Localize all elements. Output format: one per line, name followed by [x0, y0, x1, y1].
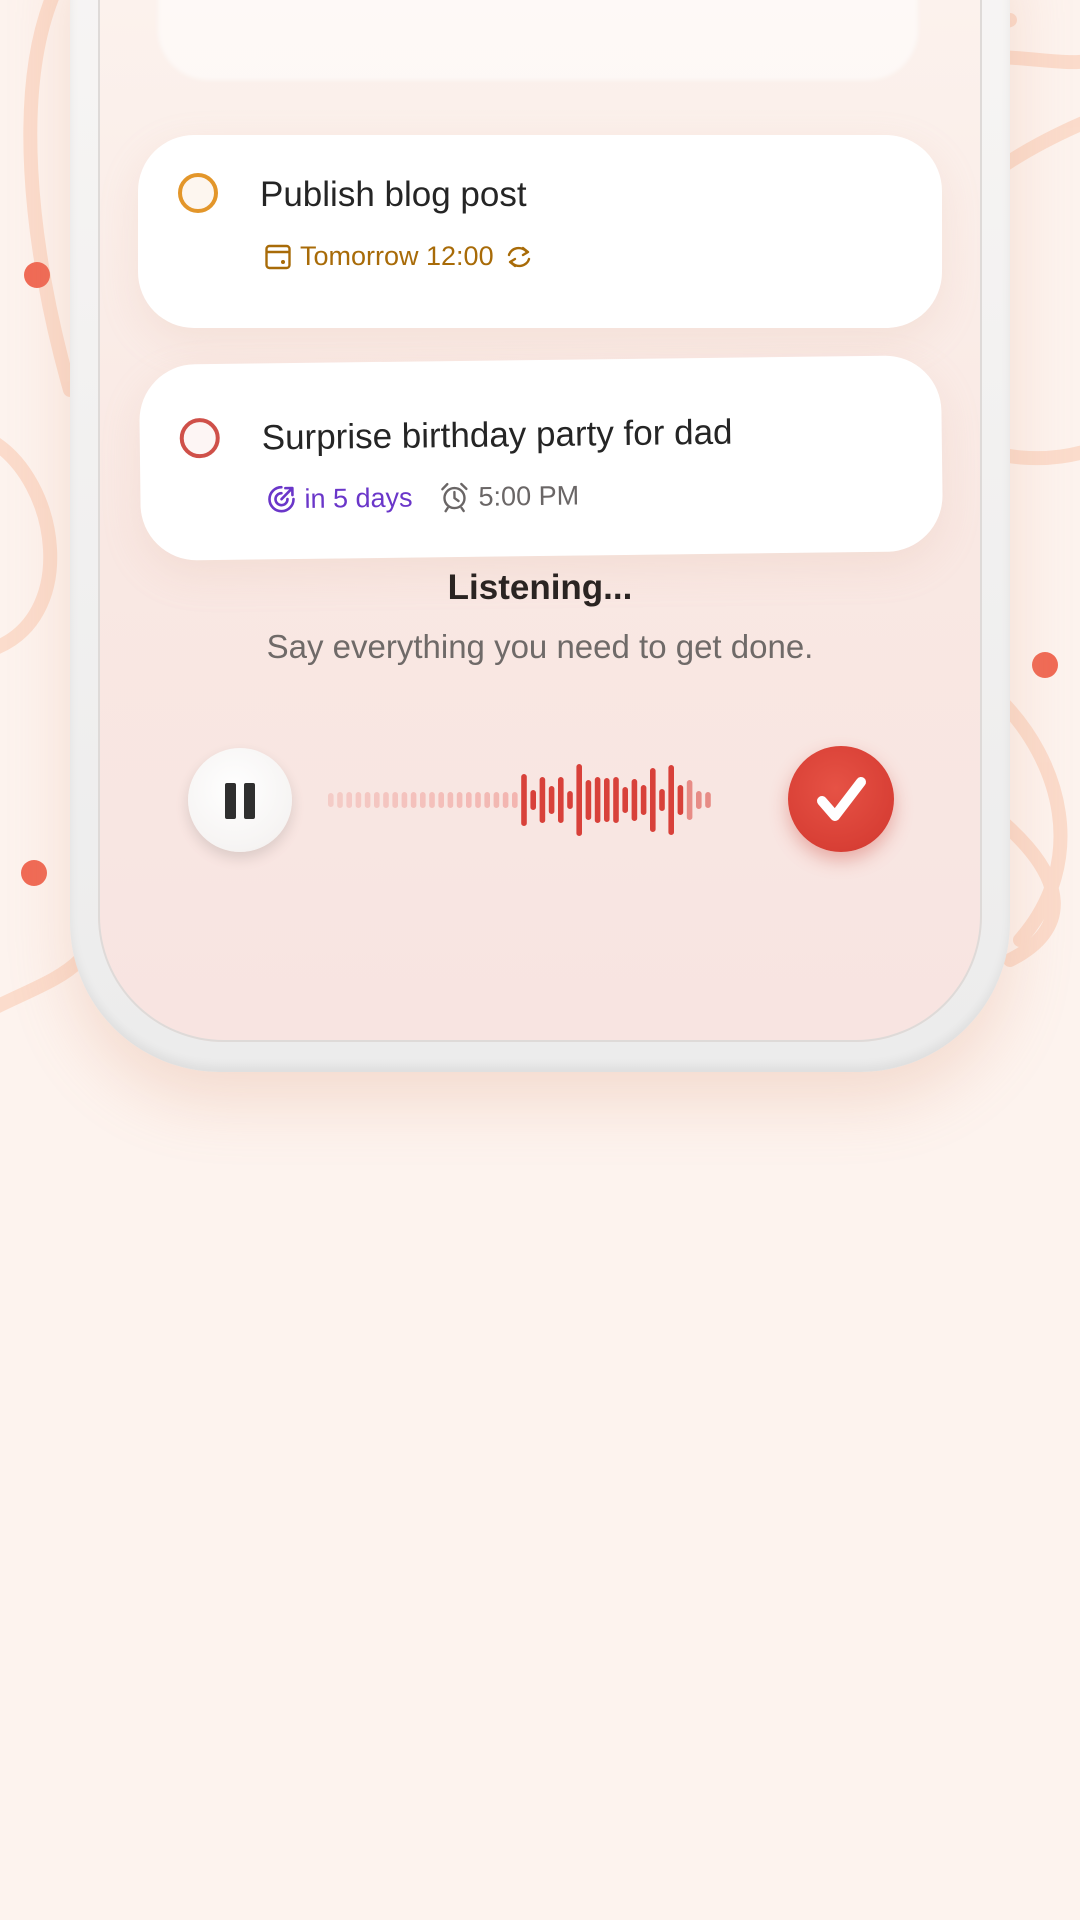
waveform-bar	[548, 786, 555, 814]
waveform-bar	[650, 768, 656, 832]
waveform-bar	[613, 777, 619, 823]
waveform-bar	[355, 792, 362, 808]
task-title: Publish blog post	[260, 175, 527, 214]
waveform-bar	[594, 777, 601, 823]
waveform-bar	[631, 779, 638, 821]
waveform-bar	[585, 780, 592, 820]
waveform-bar	[539, 777, 546, 823]
previous-task-card	[158, 0, 918, 80]
waveform-bar	[401, 792, 408, 808]
task-due-row: in 5 days 5:00 PM	[266, 480, 579, 516]
waveform-bar	[502, 792, 509, 808]
waveform-bar	[705, 792, 711, 808]
done-button[interactable]	[788, 746, 894, 852]
listening-prompt: Say everything you need to get done.	[266, 628, 814, 665]
task-checkbox[interactable]	[179, 417, 220, 459]
waveform-bar	[456, 792, 463, 808]
task-title: Surprise birthday party for dad	[261, 412, 733, 458]
waveform-bar	[466, 792, 472, 808]
waveform-bar	[429, 792, 435, 808]
task-checkbox[interactable]	[178, 173, 218, 213]
waveform-bar	[521, 774, 527, 826]
waveform-bar	[696, 791, 702, 809]
waveform-bar	[337, 792, 343, 808]
waveform-bar	[328, 793, 334, 807]
waveform-bar	[567, 791, 573, 809]
waveform-bar	[346, 792, 352, 808]
waveform-bar	[493, 792, 500, 808]
task-card[interactable]: Surprise birthday party for dad in 5 day…	[138, 355, 944, 561]
waveform-bar	[374, 792, 380, 808]
waveform-bar	[576, 764, 582, 836]
alarm-icon	[438, 481, 470, 513]
upcoming-icon	[266, 484, 296, 514]
waveform-bar	[447, 792, 454, 808]
waveform-bar	[604, 778, 610, 822]
audio-waveform	[328, 764, 711, 836]
waveform-bar	[364, 792, 371, 808]
waveform-bar	[677, 785, 684, 815]
waveform-bar	[640, 785, 647, 815]
task-due-row: Tomorrow 12:00	[264, 241, 534, 272]
waveform-bar	[438, 792, 444, 808]
waveform-bar	[392, 792, 398, 808]
repeat-icon	[504, 242, 534, 272]
waveform-bar	[383, 792, 389, 808]
task-due-date: in 5 days	[304, 482, 413, 514]
pause-button[interactable]	[188, 748, 292, 852]
phone-screen: Publish blog post Tomorrow 12:00 Surpris…	[98, 0, 982, 1042]
task-reminder-time: 5:00 PM	[478, 480, 580, 512]
task-due-date: Tomorrow 12:00	[300, 241, 494, 271]
waveform-bar	[512, 792, 518, 808]
waveform-bar	[686, 780, 693, 820]
checkmark-icon	[817, 777, 866, 821]
phone-frame: Publish blog post Tomorrow 12:00 Surpris…	[70, 0, 1010, 1072]
waveform-bar	[475, 792, 481, 808]
calendar-icon	[264, 243, 292, 271]
waveform-bar	[668, 765, 674, 835]
waveform-bar	[622, 787, 628, 813]
waveform-bar	[530, 790, 536, 810]
waveform-bar	[558, 777, 564, 823]
waveform-bar	[484, 792, 490, 808]
waveform-bar	[420, 792, 426, 808]
listening-status: Listening...	[447, 568, 633, 607]
waveform-bar	[410, 792, 417, 808]
waveform-bar	[659, 789, 665, 811]
task-card[interactable]: Publish blog post Tomorrow 12:00	[138, 135, 942, 328]
